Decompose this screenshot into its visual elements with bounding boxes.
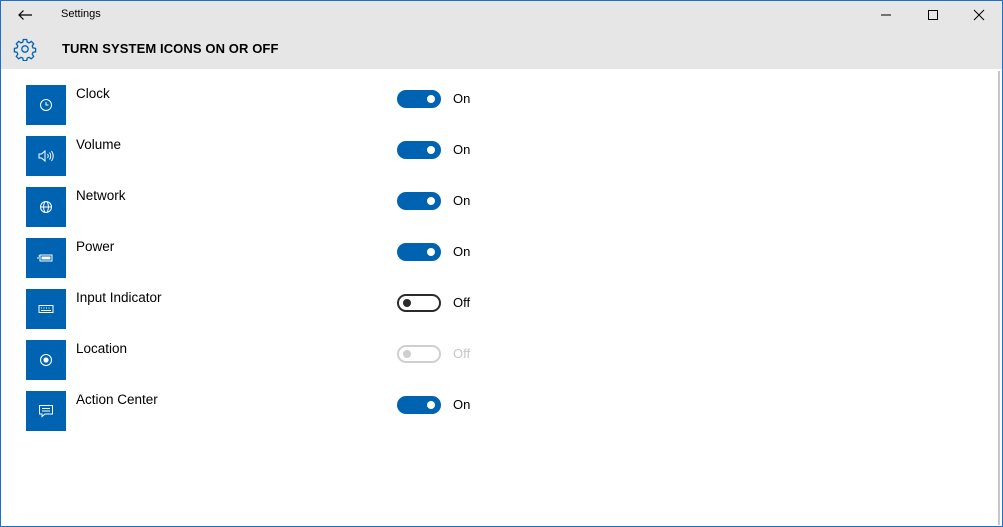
setting-row-network: Network On [1,187,701,227]
setting-label: Location [76,341,128,356]
toggle-knob [427,197,435,205]
input-indicator-toggle[interactable] [397,294,441,312]
network-toggle[interactable] [397,192,441,210]
maximize-button[interactable] [910,1,956,29]
minimize-button[interactable] [863,1,909,29]
toggle-knob [403,350,411,358]
action-center-icon [39,405,53,418]
toggle-state-text: On [453,142,471,157]
toggle-knob [427,95,435,103]
setting-tile [26,289,66,329]
setting-label: Network [76,188,126,203]
power-toggle[interactable] [397,243,441,261]
close-button[interactable] [956,1,1002,29]
toggle-state-text: On [453,397,471,412]
setting-tile [26,85,66,125]
back-arrow-icon [18,10,32,20]
location-toggle [397,345,441,363]
gear-icon [13,38,37,61]
setting-row-power: Power On [1,238,701,278]
setting-label: Power [76,239,115,254]
settings-window: Settings TURN SYSTEM ICONS ON OR OFF Clo… [0,0,1003,527]
close-icon [973,9,985,21]
volume-toggle[interactable] [397,141,441,159]
location-icon [39,353,53,367]
scrollbar[interactable] [998,71,1000,525]
title-bar: Settings [1,1,1002,29]
setting-tile [26,238,66,278]
toggle-state-text: On [453,244,471,259]
maximize-icon [928,10,938,20]
setting-label: Action Center [76,392,158,407]
toggle-knob [427,401,435,409]
clock-toggle[interactable] [397,90,441,108]
toggle-knob [427,248,435,256]
setting-tile [26,136,66,176]
page-header: TURN SYSTEM ICONS ON OR OFF [1,29,1002,69]
toggle-knob [427,146,435,154]
globe-icon [40,201,52,213]
setting-label: Clock [76,86,110,101]
setting-row-volume: Volume On [1,136,701,176]
clock-icon [40,99,52,111]
setting-tile [26,340,66,380]
setting-label: Volume [76,137,122,152]
keyboard-icon [38,305,54,313]
window-title: Settings [61,8,101,20]
setting-row-action-center: Action Center On [1,391,701,431]
action-center-toggle[interactable] [397,396,441,414]
setting-row-location: Location Off [1,340,701,380]
toggle-state-text: On [453,91,471,106]
setting-tile [26,391,66,431]
page-title: TURN SYSTEM ICONS ON OR OFF [62,41,279,56]
minimize-icon [881,14,891,16]
setting-row-clock: Clock On [1,85,701,125]
toggle-state-text: On [453,193,471,208]
toggle-state-text: Off [453,346,471,361]
setting-row-input-indicator: Input Indicator Off [1,289,701,329]
battery-icon [37,254,53,262]
speaker-icon [38,149,54,163]
setting-label: Input Indicator [76,290,162,305]
toggle-state-text: Off [453,295,471,310]
back-button[interactable] [13,5,37,25]
toggle-knob [403,299,411,307]
setting-tile [26,187,66,227]
